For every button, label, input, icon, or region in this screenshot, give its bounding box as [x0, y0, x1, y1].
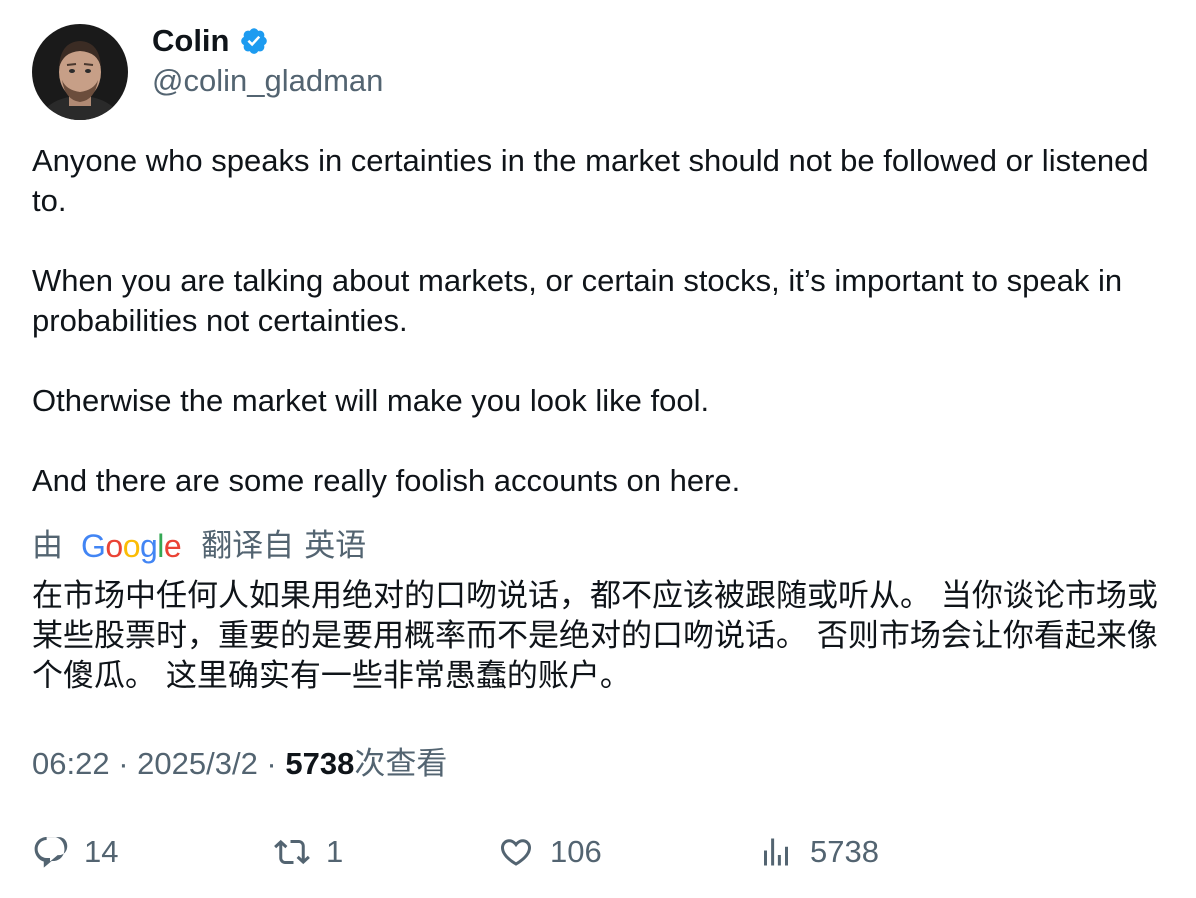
- meta-separator: ·: [257, 746, 286, 781]
- translated-from-link[interactable]: 翻译自: [201, 526, 294, 566]
- translation-prefix: 由: [32, 528, 63, 563]
- reply-button[interactable]: 14: [32, 830, 118, 874]
- tweet-paragraph: Otherwise the market will make you look …: [32, 383, 710, 418]
- google-logo-letter: g: [139, 528, 158, 564]
- tweet-text: Anyone who speaks in certainties in the …: [32, 141, 1167, 501]
- tweet-meta: 06:22 · 2025/3/2 · 5738次查看: [32, 744, 447, 784]
- google-logo-letter: l: [157, 528, 164, 564]
- author-name-row[interactable]: Colin: [152, 22, 269, 60]
- heart-icon: [500, 839, 532, 866]
- tweet-paragraph: When you are talking about markets, or c…: [32, 263, 1123, 338]
- google-logo-letter: G: [81, 528, 106, 564]
- display-name[interactable]: Colin: [152, 22, 230, 60]
- views-label: 次查看: [354, 746, 448, 781]
- views-button[interactable]: 5738: [758, 830, 879, 874]
- action-bar: 14 1 106 5738: [0, 830, 1196, 874]
- google-logo-icon: G o o g l e: [81, 526, 182, 566]
- translation-attribution: 由 G o o g l e 翻译自 英语: [32, 526, 366, 566]
- verified-badge-icon: [239, 26, 269, 56]
- avatar[interactable]: [32, 24, 128, 120]
- retweet-icon: [274, 839, 310, 865]
- source-language[interactable]: 英语: [304, 526, 366, 566]
- tweet-paragraph: Anyone who speaks in certainties in the …: [32, 143, 1149, 218]
- translated-text: 在市场中任何人如果用绝对的口吻说话，都不应该被跟随或听从。 当你谈论市场或某些股…: [32, 578, 1158, 694]
- like-count: 106: [550, 834, 602, 869]
- like-button[interactable]: 106: [498, 830, 602, 874]
- retweet-count: 1: [326, 834, 344, 869]
- tweet-date[interactable]: 2025/3/2: [137, 746, 258, 781]
- views-count: 5738: [285, 746, 355, 781]
- views-action-count: 5738: [810, 834, 879, 869]
- google-logo-letter: o: [105, 528, 123, 564]
- author-handle[interactable]: @colin_gladman: [152, 62, 383, 100]
- tweet-time[interactable]: 06:22: [32, 746, 110, 781]
- tweet-paragraph: And there are some really foolish accoun…: [32, 463, 741, 498]
- retweet-button[interactable]: 1: [274, 830, 343, 874]
- google-logo-letter: e: [163, 528, 182, 564]
- meta-separator: ·: [109, 746, 138, 781]
- avatar-photo: [32, 24, 128, 120]
- reply-count: 14: [84, 834, 119, 869]
- google-logo-letter: o: [122, 528, 141, 564]
- analytics-icon: [764, 838, 788, 866]
- reply-icon: [34, 837, 68, 868]
